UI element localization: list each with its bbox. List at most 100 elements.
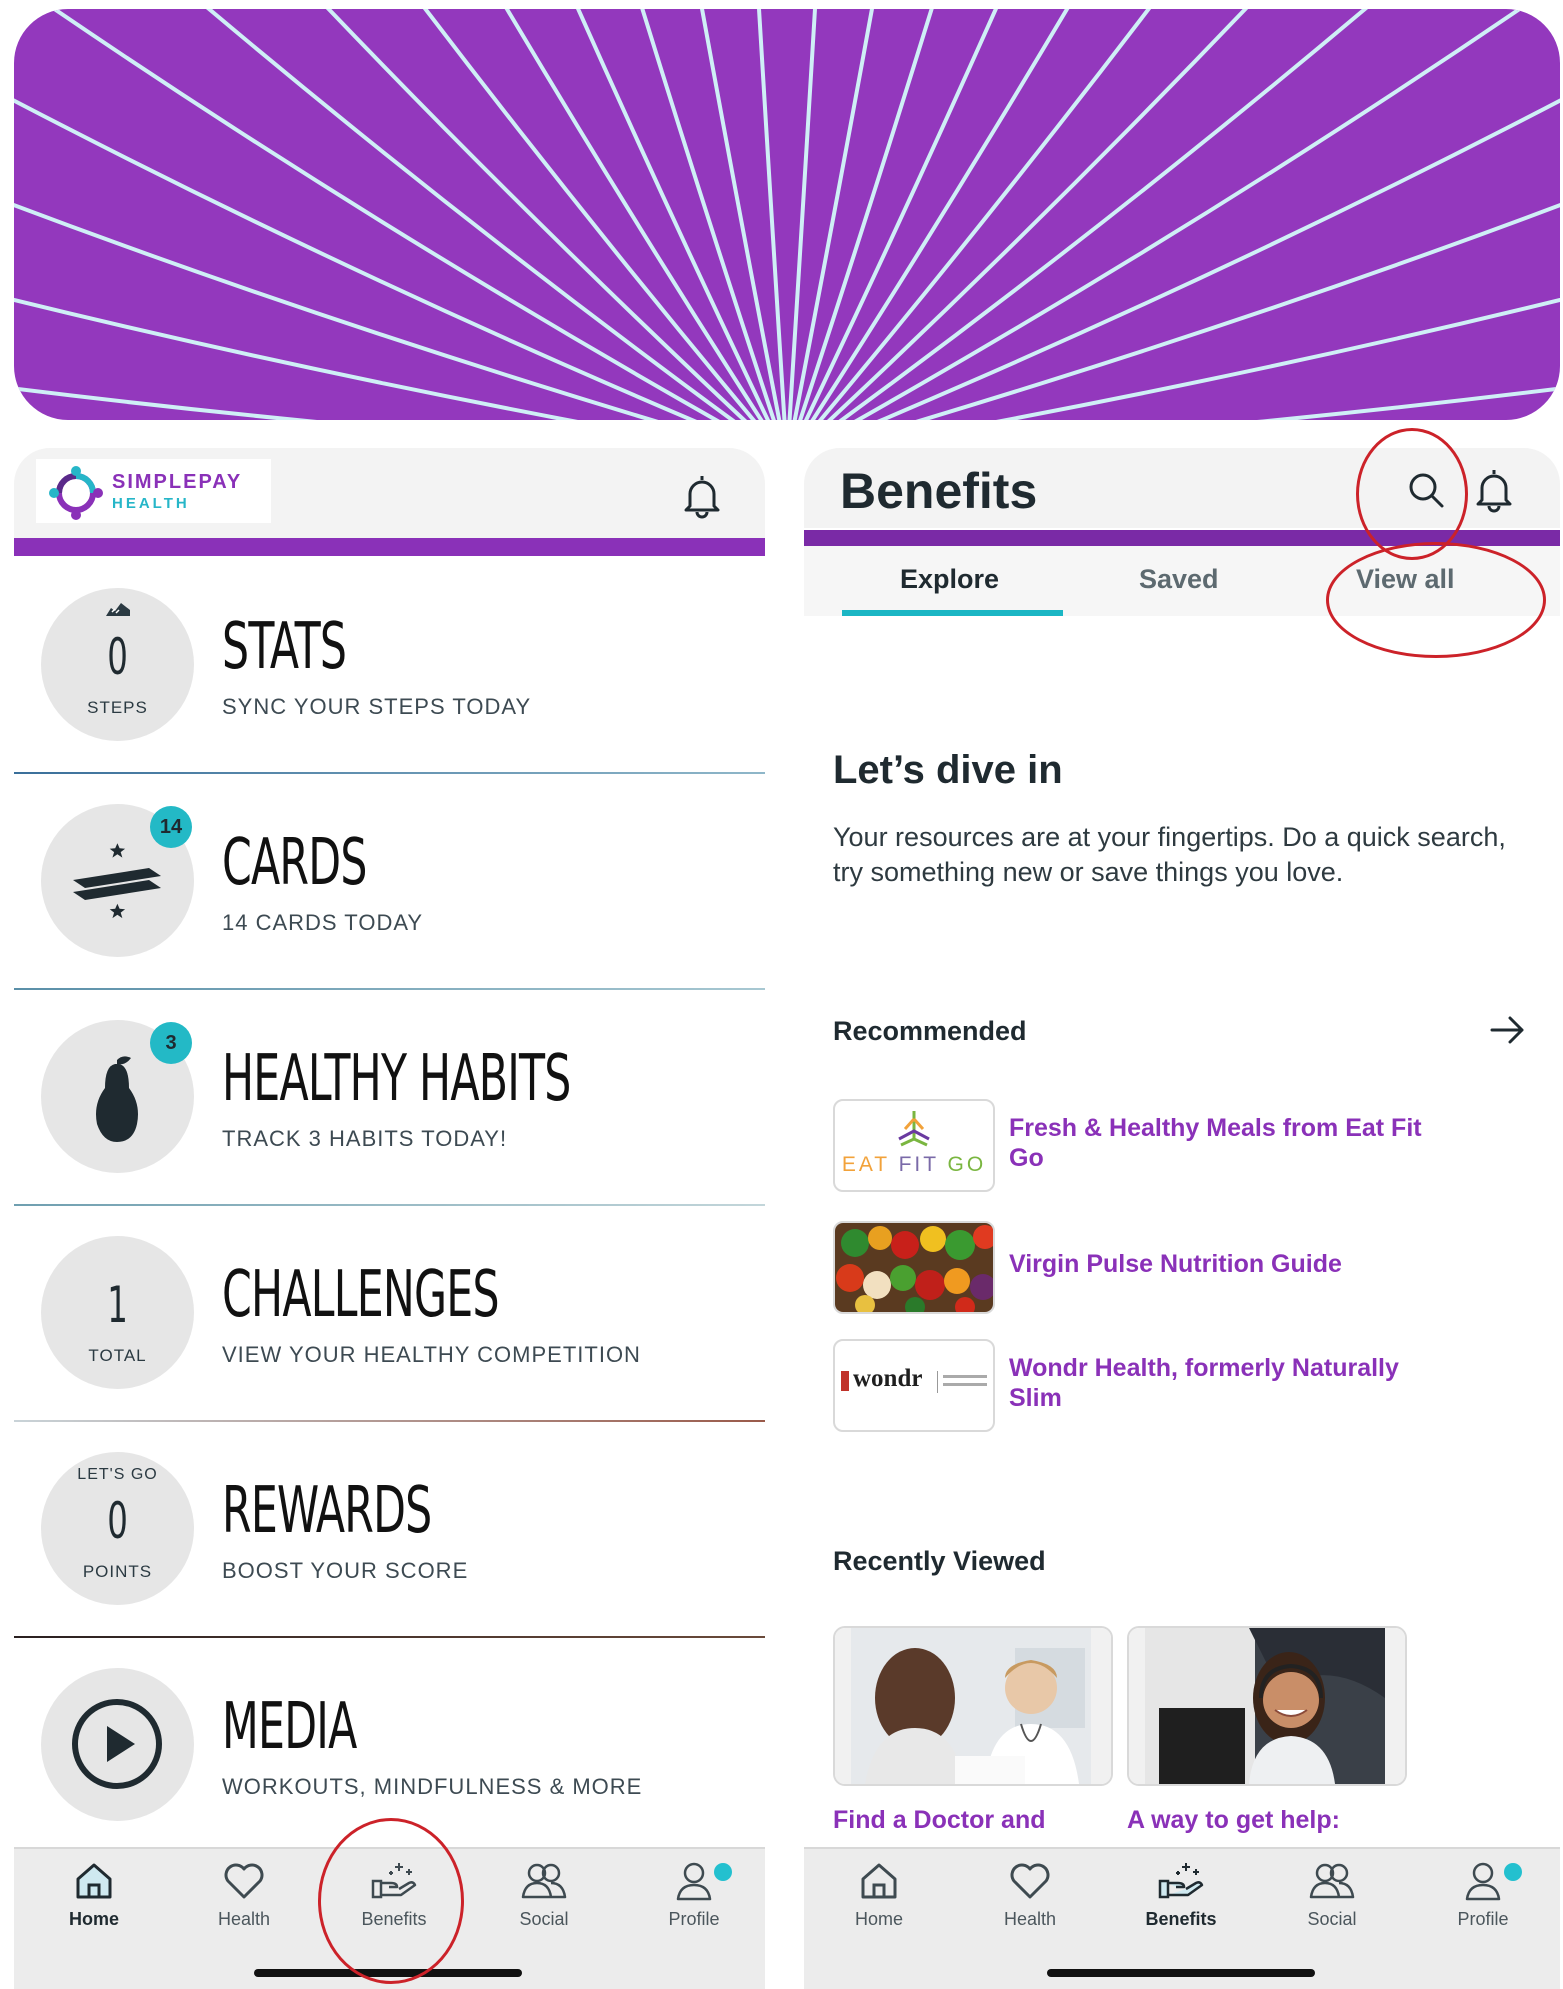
cards-icon [73,843,161,919]
header-accent-bar [14,538,765,556]
nav-social[interactable]: Social [469,1859,619,1949]
eat-fit-go-thumbnail: EAT FIT GO [833,1099,995,1192]
recommended-item-label: Virgin Pulse Nutrition Guide [1009,1250,1342,1278]
hero-banner [14,9,1560,420]
nav-social[interactable]: Social [1257,1859,1407,1949]
nav-label: Profile [1457,1909,1509,1929]
row-subtitle: TRACK 3 HABITS TODAY! [222,1126,508,1151]
wondr-logo-mark [841,1371,849,1391]
logo-fine-print [943,1383,987,1386]
logo-brand-name: SIMPLEPAY [112,471,243,493]
vegetables-thumbnail [833,1221,995,1314]
annotation-circle-view-all [1326,542,1546,658]
help-line-photo [1129,1628,1405,1784]
simplepay-logo: SIMPLEPAY HEALTH [36,459,271,523]
vegetables-image [835,1223,993,1312]
nav-benefits[interactable]: Benefits [1106,1859,1256,1949]
nav-label: Social [1307,1909,1357,1929]
thumb-brand-text: wondr [853,1365,923,1392]
tab-saved[interactable]: Saved [1139,564,1219,595]
cards-row[interactable]: 14 CARDS 14 CARDS TODAY [14,774,765,990]
home-indicator [1047,1969,1315,1977]
steps-label: STEPS [87,698,148,717]
row-title: CHALLENGES [222,1258,500,1332]
row-subtitle: WORKOUTS, MINDFULNESS & MORE [222,1774,643,1799]
nav-label: Benefits [1145,1909,1217,1929]
recommended-item[interactable]: EAT FIT GO Fresh & Healthy Meals from Ea… [833,1099,1533,1192]
rewards-circle: LET'S GO 0 POINTS [41,1452,194,1605]
thumb-brand-text: EAT FIT GO [841,1153,987,1176]
recommended-item[interactable]: wondr Wondr Health, formerly Naturally S… [833,1339,1533,1432]
home-icon [76,1863,112,1899]
recommended-item[interactable]: Virgin Pulse Nutrition Guide [833,1221,1533,1314]
recently-viewed-card-help[interactable] [1127,1626,1407,1786]
recently-viewed-card-doctor[interactable] [833,1626,1113,1786]
nav-profile[interactable]: Profile [1408,1859,1558,1949]
nav-health[interactable]: Health [169,1859,319,1949]
simplepay-logo-mark [49,466,103,520]
play-icon [72,1699,162,1789]
profile-icon [1465,1862,1501,1901]
nav-label: Social [519,1909,569,1929]
stats-circle: 0 STEPS [41,588,194,741]
row-subtitle: 14 CARDS TODAY [222,910,424,935]
intro-body: Your resources are at your fingertips. D… [833,822,1506,887]
nav-label: Profile [668,1909,720,1929]
points-label: POINTS [82,1562,153,1581]
recently-viewed-label: A way to get help: [1127,1806,1340,1834]
healthy-habits-row[interactable]: 3 HEALTHY HABITS TRACK 3 HABITS TODAY! [14,990,765,1206]
arrow-right-icon[interactable] [1488,1012,1528,1048]
challenges-circle: 1 TOTAL [41,1236,194,1389]
nav-label: Health [217,1909,271,1929]
bell-icon[interactable] [1470,466,1518,514]
challenges-row[interactable]: 1 TOTAL CHALLENGES VIEW YOUR HEALTHY COM… [14,1206,765,1422]
home-icon [861,1863,897,1899]
stats-row[interactable]: 0 STEPS STATS SYNC YOUR STEPS TODAY [14,558,765,774]
row-title: REWARDS [222,1474,432,1548]
nav-health[interactable]: Health [955,1859,1105,1949]
habits-count-badge: 3 [150,1022,192,1064]
nav-label: Home [854,1909,903,1929]
profile-icon [676,1862,712,1901]
page-title: Benefits [840,463,1038,519]
nav-profile[interactable]: Profile [619,1859,765,1949]
rewards-row[interactable]: LET'S GO 0 POINTS REWARDS BOOST YOUR SCO… [14,1422,765,1638]
logo-fine-print [943,1375,987,1378]
heart-icon [1010,1863,1050,1899]
recently-viewed-label: Find a Doctor and [833,1806,1046,1834]
recommended-item-label: Fresh & Healthy Meals from Eat Fit Go [1009,1114,1422,1172]
row-title: MEDIA [222,1690,357,1764]
row-title: STATS [222,610,347,684]
nav-label: Home [68,1909,119,1929]
bell-icon[interactable] [678,472,726,520]
intro-heading: Let’s dive in [833,748,1063,792]
annotation-circle-benefits-nav [318,1818,464,1984]
points-count: 0 [107,1492,128,1550]
media-circle [41,1668,194,1821]
challenges-label: TOTAL [88,1346,147,1365]
recommended-item-label: Wondr Health, formerly Naturally Slim [1009,1354,1399,1412]
benefits-hand-icon [1158,1863,1204,1899]
nav-home[interactable]: Home [19,1859,169,1949]
benefits-screen: Benefits Explore Saved View all Let’s di… [804,448,1560,1989]
recently-viewed-heading: Recently Viewed [833,1546,1046,1576]
rewards-top-label: LET'S GO [77,1466,158,1483]
pear-icon [96,1056,138,1142]
home-screen: SIMPLEPAY HEALTH 0 STEPS STATS SYNC YOUR… [14,448,765,1989]
wondr-thumbnail: wondr [833,1339,995,1432]
eat-fit-go-logo-icon [898,1111,930,1147]
annotation-circle-search [1356,428,1468,560]
steps-count: 0 [107,628,128,686]
row-title: CARDS [222,826,367,900]
home-header: SIMPLEPAY HEALTH [14,448,765,538]
logo-divider [937,1371,938,1393]
social-icon [521,1863,567,1899]
sunburst-graphic [14,9,1560,420]
row-title: HEALTHY HABITS [222,1042,571,1116]
bottom-nav: Home Health Benefits Social Profile [804,1847,1560,1989]
doctor-photo [835,1628,1111,1784]
heart-icon [224,1863,264,1899]
row-subtitle: BOOST YOUR SCORE [222,1558,469,1583]
nav-home[interactable]: Home [804,1859,954,1949]
tab-explore[interactable]: Explore [900,564,999,595]
